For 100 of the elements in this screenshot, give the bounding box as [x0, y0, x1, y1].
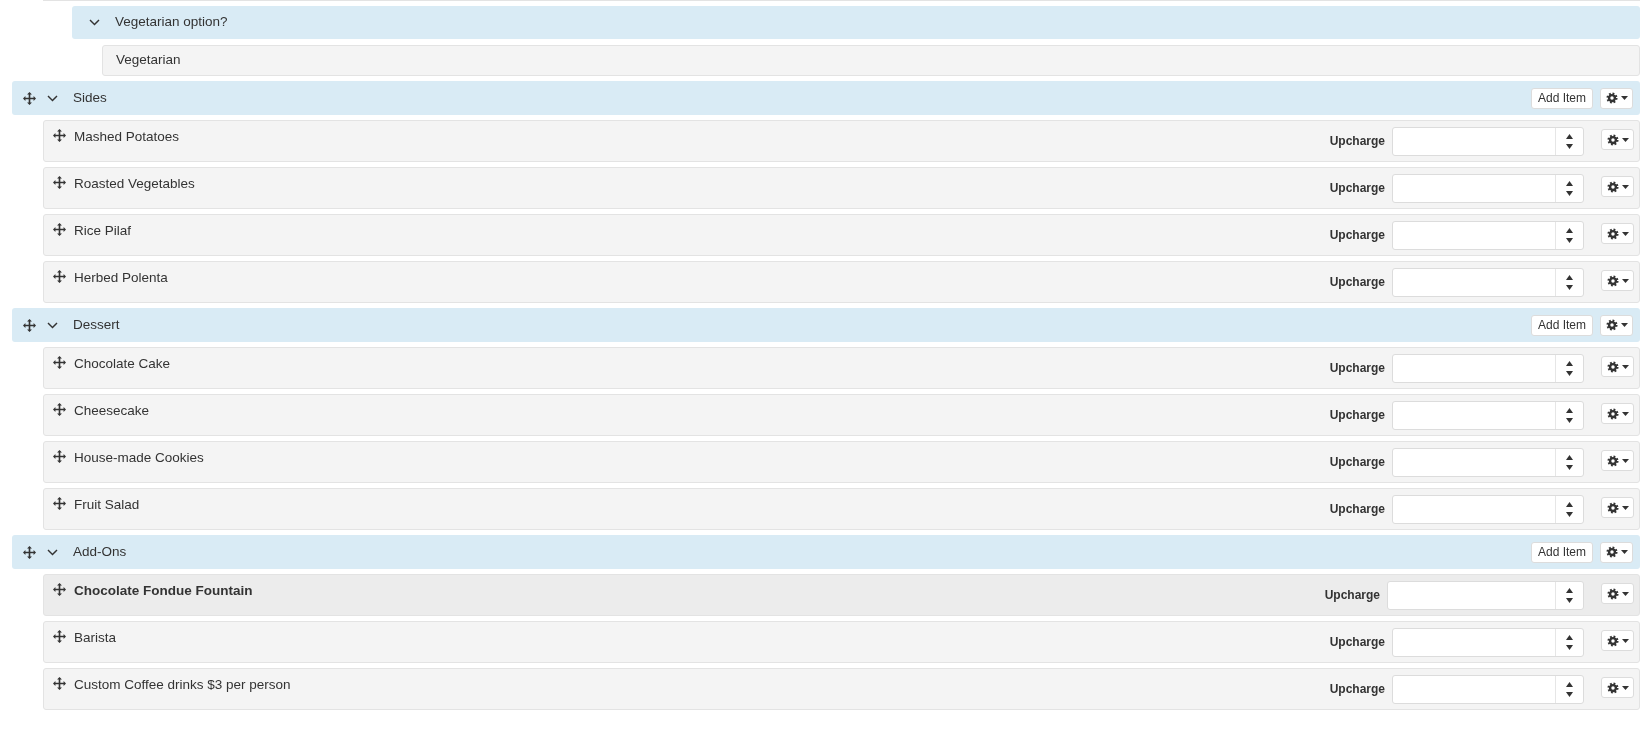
settings-dropdown-button[interactable]: [1601, 450, 1634, 471]
chevron-down-icon[interactable]: [47, 321, 58, 329]
upcharge-field[interactable]: [1392, 495, 1584, 524]
spin-down-icon[interactable]: [1566, 418, 1573, 424]
option-choice[interactable]: Vegetarian: [102, 45, 1640, 76]
spin-down-icon[interactable]: [1566, 238, 1573, 244]
upcharge-field[interactable]: [1392, 127, 1584, 156]
caret-icon: [1621, 458, 1629, 463]
option-group-header[interactable]: Vegetarian option?: [72, 6, 1640, 39]
settings-icon: [1606, 501, 1619, 514]
spin-down-icon[interactable]: [1566, 512, 1573, 518]
move-icon[interactable]: [23, 545, 36, 559]
move-icon[interactable]: [23, 91, 36, 105]
spin-down-icon[interactable]: [1566, 692, 1573, 698]
settings-icon: [1606, 133, 1619, 146]
move-icon[interactable]: [53, 497, 66, 510]
settings-dropdown-button[interactable]: [1600, 87, 1633, 109]
caret-icon: [1621, 638, 1629, 643]
settings-dropdown-button[interactable]: [1601, 677, 1634, 698]
move-icon[interactable]: [53, 677, 66, 690]
upcharge-label: Upcharge: [1329, 501, 1385, 518]
upcharge-label: Upcharge: [1329, 681, 1385, 698]
spin-up-icon[interactable]: [1566, 681, 1573, 687]
spin-down-icon[interactable]: [1566, 598, 1573, 604]
chevron-down-icon[interactable]: [89, 19, 100, 26]
add-item-button[interactable]: Add Item: [1530, 541, 1593, 563]
settings-dropdown-button[interactable]: [1600, 541, 1633, 563]
upcharge-field[interactable]: [1392, 628, 1584, 657]
spin-down-icon[interactable]: [1566, 465, 1573, 471]
upcharge-field[interactable]: [1392, 174, 1584, 203]
caret-icon: [1621, 505, 1629, 510]
spin-down-icon[interactable]: [1566, 285, 1573, 291]
caret-icon: [1621, 231, 1629, 236]
upcharge-label: Upcharge: [1329, 454, 1385, 471]
settings-icon: [1606, 634, 1619, 647]
spin-up-icon[interactable]: [1566, 407, 1573, 413]
spin-up-icon[interactable]: [1566, 501, 1573, 507]
upcharge-field[interactable]: [1392, 675, 1584, 704]
move-icon[interactable]: [53, 403, 66, 416]
upcharge-field[interactable]: [1392, 221, 1584, 250]
chevron-down-icon[interactable]: [47, 94, 58, 102]
settings-icon: [1606, 587, 1619, 600]
add-item-button[interactable]: Add Item: [1530, 314, 1593, 336]
spin-up-icon[interactable]: [1566, 634, 1573, 640]
settings-dropdown-button[interactable]: [1601, 630, 1634, 651]
caret-icon: [1621, 137, 1629, 142]
spin-up-icon[interactable]: [1566, 454, 1573, 460]
caret-icon: [1620, 550, 1628, 554]
spin-down-icon[interactable]: [1566, 645, 1573, 651]
settings-dropdown-button[interactable]: [1601, 356, 1634, 377]
spin-up-icon[interactable]: [1566, 227, 1573, 233]
settings-dropdown-button[interactable]: [1601, 176, 1634, 197]
move-icon[interactable]: [53, 630, 66, 643]
spin-up-icon[interactable]: [1566, 133, 1573, 139]
move-icon[interactable]: [23, 318, 36, 332]
upcharge-field[interactable]: [1392, 354, 1584, 383]
settings-icon: [1605, 92, 1618, 104]
item-name: Roasted Vegetables: [74, 175, 195, 193]
move-icon[interactable]: [53, 450, 66, 463]
settings-dropdown-button[interactable]: [1601, 270, 1634, 291]
spin-up-icon[interactable]: [1566, 274, 1573, 280]
spin-down-icon[interactable]: [1566, 144, 1573, 150]
settings-dropdown-button[interactable]: [1601, 223, 1634, 244]
move-icon[interactable]: [53, 223, 66, 236]
settings-dropdown-button[interactable]: [1601, 129, 1634, 150]
upcharge-field[interactable]: [1392, 268, 1584, 297]
add-item-button[interactable]: Add Item: [1530, 87, 1593, 109]
move-icon[interactable]: [53, 583, 66, 596]
move-icon[interactable]: [53, 356, 66, 369]
settings-icon: [1606, 180, 1619, 193]
section-title: Add-Ons: [73, 542, 127, 561]
settings-dropdown-button[interactable]: [1600, 314, 1633, 336]
spin-up-icon[interactable]: [1566, 587, 1573, 593]
upcharge-label: Upcharge: [1329, 360, 1385, 377]
item-name: Herbed Polenta: [74, 269, 168, 287]
spin-up-icon[interactable]: [1566, 180, 1573, 186]
item-name: Barista: [74, 629, 117, 647]
caret-icon: [1621, 591, 1629, 596]
spin-down-icon[interactable]: [1566, 371, 1573, 377]
chevron-down-icon[interactable]: [47, 548, 58, 556]
settings-icon: [1606, 227, 1619, 240]
upcharge-field[interactable]: [1392, 448, 1584, 477]
item-name: Fruit Salad: [74, 496, 140, 514]
move-icon[interactable]: [53, 129, 66, 142]
settings-icon: [1605, 546, 1618, 558]
upcharge-field[interactable]: [1392, 401, 1584, 430]
move-icon[interactable]: [53, 270, 66, 283]
move-icon[interactable]: [53, 176, 66, 189]
spin-up-icon[interactable]: [1566, 360, 1573, 366]
upcharge-label: Upcharge: [1329, 274, 1385, 291]
upcharge-label: Upcharge: [1329, 634, 1385, 651]
caret-icon: [1621, 685, 1629, 690]
spin-down-icon[interactable]: [1566, 191, 1573, 197]
upcharge-field[interactable]: [1387, 581, 1584, 610]
section-title: Dessert: [73, 315, 120, 334]
item-name: Custom Coffee drinks $3 per person: [74, 676, 291, 694]
settings-dropdown-button[interactable]: [1601, 583, 1634, 604]
settings-dropdown-button[interactable]: [1601, 403, 1634, 424]
caret-icon: [1621, 278, 1629, 283]
settings-dropdown-button[interactable]: [1601, 497, 1634, 518]
